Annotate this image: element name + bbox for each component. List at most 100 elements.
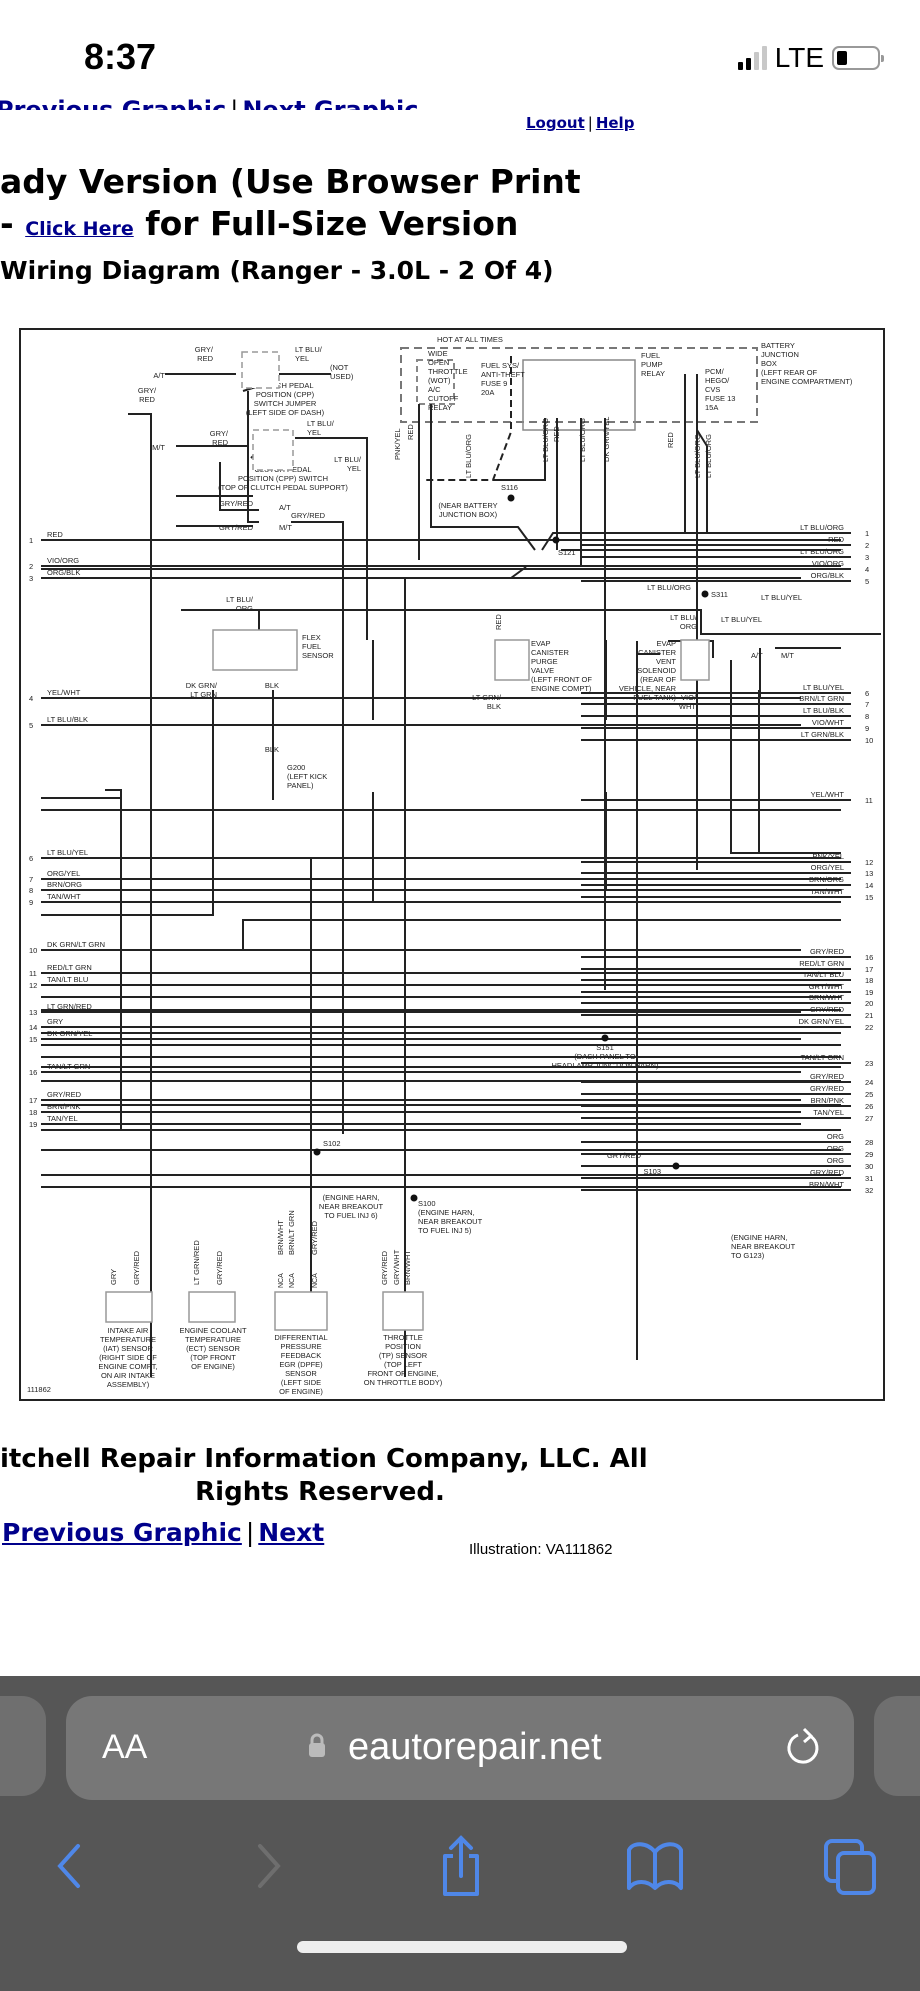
forward-button[interactable] [234, 1826, 304, 1906]
wire-label: WHT [679, 702, 696, 711]
s103-splice [672, 1162, 680, 1170]
previous-tab-stub[interactable] [0, 1696, 46, 1796]
evap-purge-valve-label: EVAP [531, 639, 550, 648]
left-pin-wire-label: YEL/WHT [47, 688, 81, 697]
wire-label: GRY/RED [132, 1250, 141, 1285]
wire-label: RED [666, 432, 675, 448]
wire-label: GRY/RED [607, 1151, 642, 1160]
right-pin-wire-label: ORG [827, 1144, 844, 1153]
evap-vent-solenoid-box [680, 639, 710, 681]
fuse9-label: 20A [481, 388, 494, 397]
wire-label: GRY/ [210, 429, 229, 438]
next-tab-stub[interactable] [874, 1696, 920, 1796]
right-pin-wire-label: LT BLU/BLK [803, 706, 844, 715]
wire-label: YEL [347, 464, 361, 473]
help-link[interactable]: Help [596, 114, 635, 132]
dpfe-sensor-label: PRESSURE [280, 1342, 321, 1351]
wire-label: GRY/RED [291, 511, 326, 520]
share-button[interactable] [426, 1826, 496, 1906]
not-used-label: USED) [330, 372, 354, 381]
tp-sensor-label: (TP) SENSOR [379, 1351, 428, 1360]
left-pin-number: 18 [29, 1108, 37, 1117]
lock-icon [309, 1733, 325, 1757]
iat-sensor-label: ENGINE COMPT, [98, 1362, 157, 1371]
right-pin-number: 25 [865, 1090, 873, 1099]
back-button[interactable] [34, 1826, 104, 1906]
status-time: 8:37 [84, 36, 157, 77]
at-label: A/T [751, 651, 763, 660]
right-pin-number: 30 [865, 1162, 873, 1171]
wire-label: LT BLU/ [334, 455, 362, 464]
left-pin-wire-label: DK GRN/LT GRN [47, 940, 105, 949]
left-pin-number: 6 [29, 854, 33, 863]
right-pin-wire-label: GRY/RED [810, 1072, 845, 1081]
wot-relay-label: WIDE [428, 349, 448, 358]
wot-relay-label: THROTTLE [428, 367, 468, 376]
dpfe-sensor-label: SENSOR [285, 1369, 317, 1378]
fuel-pump-relay-label: RELAY [641, 369, 665, 378]
fuse13-label: HEGO/ [705, 376, 730, 385]
iat-sensor-label: (IAT) SENSOR [103, 1344, 153, 1353]
links-separator: | [587, 114, 593, 132]
right-pin-number: 15 [865, 893, 873, 902]
cpp-jumper-label: POSITION (CPP) [256, 390, 315, 399]
right-pin-wire-label: GRY/RED [810, 1084, 845, 1093]
account-links: Logout | Help [526, 114, 634, 132]
browser-nav-toolbar [0, 1826, 920, 1916]
left-pin-number: 3 [29, 574, 33, 583]
fuse13-label: PCM/ [705, 367, 725, 376]
wire-label: LT BLU/ [307, 419, 335, 428]
wire-label: BRN/WHT [403, 1250, 412, 1285]
nav-separator: | [230, 96, 239, 124]
s103-note: (ENGINE HARN, [731, 1233, 788, 1242]
previous-graphic-link-top[interactable]: Previous Graphic [0, 96, 226, 110]
battery-icon [832, 46, 884, 70]
left-pin-number: 17 [29, 1096, 37, 1105]
wire-label: GRY/WHT [392, 1249, 401, 1285]
click-here-link[interactable]: Click Here [25, 218, 134, 240]
g200-label: PANEL) [287, 781, 314, 790]
status-bar: 8:37 LTE [0, 0, 920, 110]
left-pin-wire-label: TAN/YEL [47, 1114, 78, 1123]
left-pin-wire-label: GRY/RED [47, 1090, 82, 1099]
left-pin-wire-label: BRN/ORG [47, 880, 82, 889]
right-pin-wire-label: ORG [827, 1156, 844, 1165]
wire-label: YEL [295, 354, 309, 363]
bookmarks-button[interactable] [620, 1826, 690, 1906]
right-pin-number: 21 [865, 1011, 873, 1020]
fuse13-label: 15A [705, 403, 718, 412]
g200-label: G200 [287, 763, 305, 772]
right-pin-wire-label: GRY/RED [810, 1005, 845, 1014]
home-indicator[interactable] [297, 1941, 627, 1953]
text-size-button[interactable]: AA [102, 1728, 147, 1767]
nav-top: Previous Graphic | Next Graphic [0, 96, 418, 124]
left-pin-number: 8 [29, 886, 33, 895]
evap-vent-solenoid-label: EVAP [657, 639, 676, 648]
evap-purge-valve-label: (LEFT FRONT OF [531, 675, 592, 684]
right-pin-wire-label: PNK/YEL [812, 852, 844, 861]
right-pin-wire-label: LT BLU/YEL [803, 683, 844, 692]
wire-label: LT BLU/ORG [704, 434, 713, 478]
tp-sensor-label: FRONT OF ENGINE, [367, 1369, 438, 1378]
previous-graphic-link[interactable]: Previous Graphic [2, 1518, 242, 1547]
reload-icon[interactable] [782, 1726, 824, 1770]
next-graphic-link[interactable]: Next [258, 1518, 324, 1547]
right-pin-wire-label: VIO/ORG [812, 559, 844, 568]
right-pin-wire-label: TAN/YEL [813, 1108, 844, 1117]
evap-vent-solenoid-label: SOLENOID [637, 666, 676, 675]
wire-label: GRY/RED [219, 523, 254, 532]
left-pin-number: 1 [29, 536, 33, 545]
next-graphic-link-top[interactable]: Next Graphic [242, 96, 418, 110]
logout-link[interactable]: Logout [526, 114, 585, 132]
wire-label: LT GRN [190, 690, 217, 699]
right-pin-wire-label: RED/LT GRN [799, 959, 844, 968]
left-pin-wire-label: RED/LT GRN [47, 963, 92, 972]
right-pin-number: 11 [865, 796, 873, 805]
tabs-button[interactable] [815, 1826, 885, 1906]
s151-label: S151 [596, 1043, 614, 1052]
evap-vent-solenoid-label: VENT [656, 657, 676, 666]
left-pin-wire-label: LT GRN/RED [47, 1002, 92, 1011]
wire-label: LT BLU/ORG [541, 418, 550, 462]
address-bar[interactable]: AA eautorepair.net [66, 1696, 854, 1800]
s151-splice [601, 1034, 609, 1042]
